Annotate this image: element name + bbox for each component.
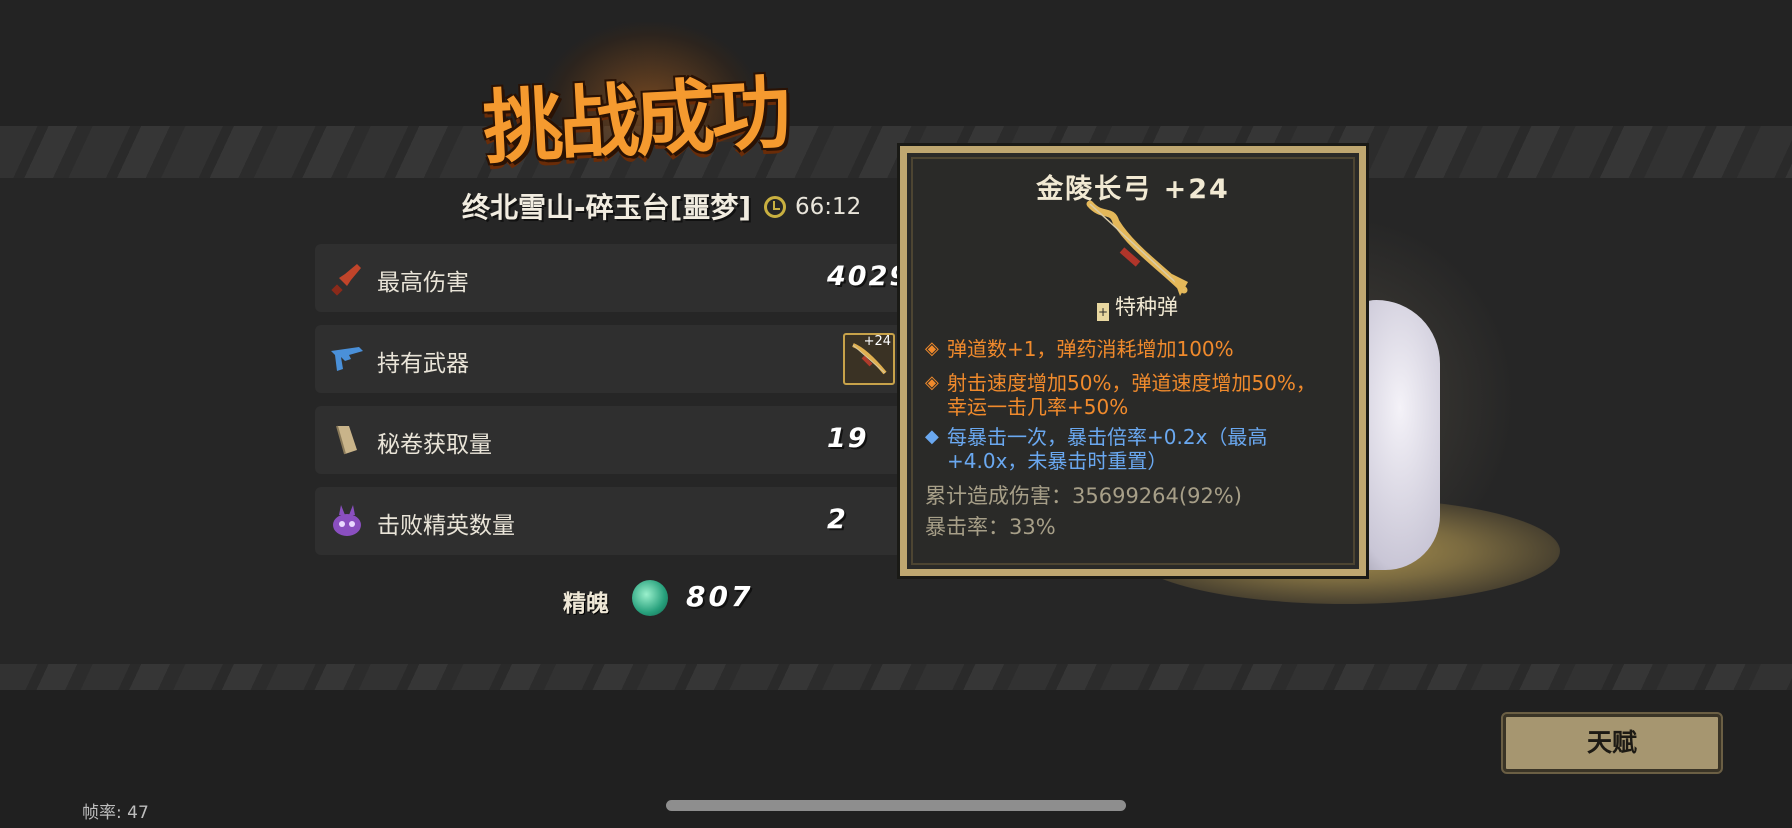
stat-row-elites: 击败精英数量 2	[315, 487, 925, 555]
pattern-band-top	[0, 126, 1792, 178]
effect-line: ◆ 每暴击一次，暴击倍率+0.2x（最高+4.0x，未暴击时重置）	[925, 425, 1268, 473]
total-damage: 累计造成伤害：35699264(92%)	[925, 484, 1242, 508]
talent-button[interactable]: 天赋	[1501, 712, 1723, 774]
weapon-tooltip: 金陵长弓 +24 + 特种弹 ◈ 弹道数+1，弹药消耗增加100% ◈ 射击速度增…	[897, 143, 1369, 579]
fps-counter: 帧率: 47	[82, 803, 149, 823]
ammo-tag-label: 特种弹	[1115, 295, 1178, 319]
gun-icon	[331, 347, 363, 371]
soul-label: 精魄	[563, 591, 609, 617]
background-top	[0, 0, 1792, 126]
stat-label: 秘卷获取量	[377, 432, 492, 458]
pattern-band-bottom	[0, 664, 1792, 690]
stat-label: 最高伤害	[377, 270, 469, 296]
demon-icon	[333, 505, 361, 536]
diamond-bullet-icon: ◈	[925, 338, 939, 359]
stage-name: 终北雪山-碎玉台[噩梦]	[462, 191, 752, 224]
diamond-bullet-icon: ◈	[925, 372, 939, 393]
soul-value: 807	[686, 580, 754, 613]
crit-rate: 暴击率：33%	[925, 515, 1056, 539]
sword-icon	[331, 264, 361, 296]
special-ammo-icon: +	[1097, 303, 1109, 321]
challenge-success-title: 挑战成功	[480, 65, 790, 175]
stat-row-weapons: 持有武器 +24	[315, 325, 925, 393]
home-indicator[interactable]	[666, 800, 1126, 811]
longbow-icon	[1086, 200, 1188, 296]
weapon-slot[interactable]: +24	[843, 333, 895, 385]
stat-label: 持有武器	[377, 351, 469, 377]
stat-value: 4029	[827, 261, 911, 292]
stat-value: 19	[827, 423, 869, 454]
soul-gem-icon	[632, 580, 668, 616]
stat-label: 击败精英数量	[377, 513, 515, 539]
effect-line: ◈ 射击速度增加50%，弹道速度增加50%，幸运一击几率+50%	[925, 371, 1316, 419]
stat-row-scrolls: 秘卷获取量 19	[315, 406, 925, 474]
stat-value: 2	[827, 504, 848, 535]
stat-row-max-damage: 最高伤害 4029	[315, 244, 925, 312]
effect-line: ◈ 弹道数+1，弹药消耗增加100%	[925, 337, 1234, 361]
weapon-level: +24	[863, 334, 891, 349]
diamond-bullet-icon: ◆	[925, 426, 939, 447]
ammo-tag: + 特种弹	[1097, 291, 1178, 321]
clock-icon	[764, 196, 786, 218]
elapsed-time: 66:12	[795, 194, 862, 220]
scroll-icon	[336, 425, 357, 455]
